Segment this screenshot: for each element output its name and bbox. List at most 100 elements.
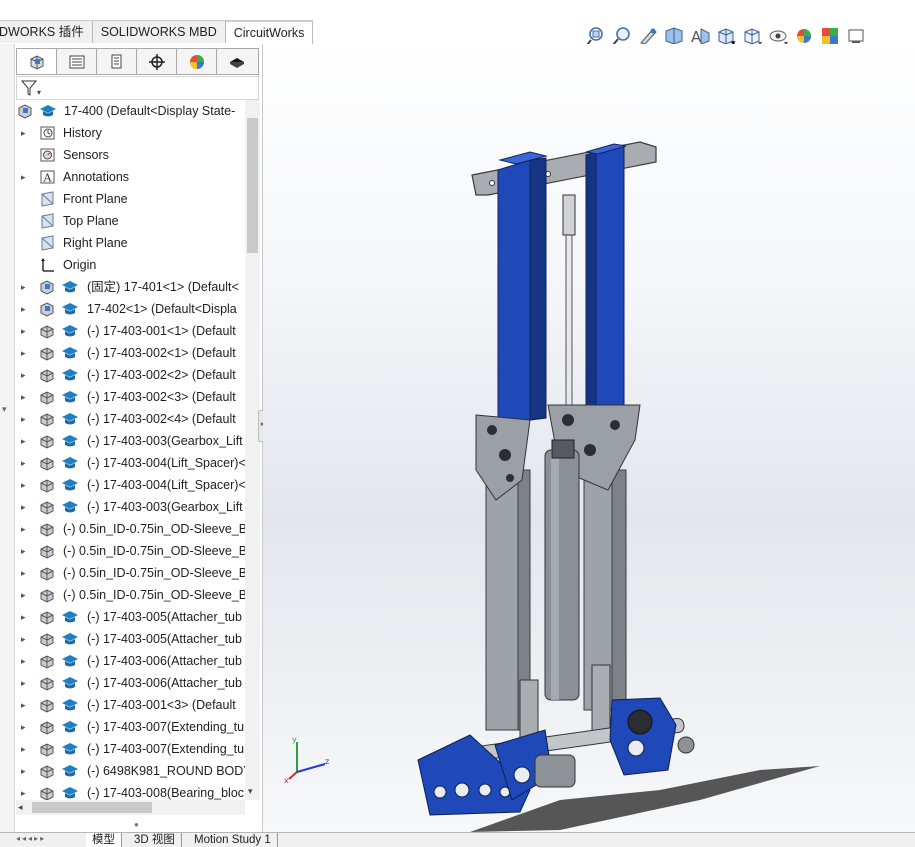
property-manager-icon (69, 55, 84, 68)
tree-item-label: Top Plane (63, 214, 119, 228)
tree-item[interactable]: ▸ (-) 17-403-002<2> (Default (16, 364, 245, 386)
expand-arrow-icon[interactable]: ▸ (21, 782, 29, 800)
expand-arrow-icon[interactable]: ▸ (21, 342, 29, 364)
tree-item-label: Front Plane (63, 192, 128, 206)
tab-cam-manager[interactable] (217, 49, 257, 74)
tab-dimxpert-manager[interactable] (137, 49, 177, 74)
bottom-plate-middle-hole (513, 766, 531, 784)
tree-item[interactable]: ▸ (-) 17-403-001<3> (Default (16, 694, 245, 716)
expand-arrow-icon[interactable]: ▸ (21, 584, 29, 606)
assembly-icon (40, 280, 54, 295)
tree-item-label: (-) 17-403-007(Extending_tu (87, 720, 245, 734)
tree-item[interactable]: ▸ (-) 17-403-002<3> (Default (16, 386, 245, 408)
tree-item[interactable]: ▸ (-) 17-403-008(Bearing_bloc (16, 782, 245, 800)
expand-arrow-icon[interactable]: ▸ (21, 386, 29, 408)
expand-arrow-icon[interactable]: ▸ (21, 166, 29, 188)
tree-item[interactable]: ▸ (-) 17-403-007(Extending_tu (16, 738, 245, 760)
tree-item[interactable]: ▸ (-) 17-403-003(Gearbox_Lift (16, 496, 245, 518)
plane-icon (41, 213, 54, 229)
graduation-cap-icon (62, 325, 78, 337)
filter-icon[interactable]: ▾ (20, 79, 44, 97)
expand-arrow-icon[interactable]: ▸ (21, 606, 29, 628)
expand-arrow-icon[interactable]: ▸ (21, 672, 29, 694)
tree-item[interactable]: ▸ (-) 17-403-002<1> (Default (16, 342, 245, 364)
plane-icon (41, 191, 54, 207)
tab-3d-views[interactable]: 3D 视图 (128, 833, 182, 847)
tree-item[interactable]: ▸ History (16, 122, 245, 144)
expand-arrow-icon[interactable]: ▸ (21, 716, 29, 738)
tree-item[interactable]: ▸ (-) 17-403-002<4> (Default (16, 408, 245, 430)
tab-property-manager[interactable] (57, 49, 97, 74)
tree-scroll-thumb[interactable] (247, 118, 258, 253)
expand-arrow-icon[interactable]: ▸ (21, 518, 29, 540)
tree-item-label: (-) 17-403-006(Attacher_tub (87, 676, 242, 690)
tab-feature-manager[interactable] (17, 49, 57, 74)
collapse-arrow-icon[interactable]: ▾ (2, 404, 7, 415)
tree-item[interactable]: ▸ A Annotations (16, 166, 245, 188)
graduation-cap-icon (62, 303, 78, 315)
tab-solidworks-mbd[interactable]: SOLIDWORKS MBD (92, 21, 226, 43)
expand-arrow-icon[interactable]: ▸ (21, 122, 29, 144)
tree-item[interactable]: ▸ (-) 17-403-003(Gearbox_Lift (16, 430, 245, 452)
tree-item[interactable]: ▸ (-) 17-403-007(Extending_tu (16, 716, 245, 738)
lower-tube-left-front (485, 469, 519, 731)
tree-root-assembly[interactable]: 17-400 (Default<Display State- ▴ (16, 100, 245, 122)
tree-h-scroll-thumb[interactable] (32, 802, 152, 813)
axle-end-cap (677, 736, 695, 754)
expand-arrow-icon[interactable]: ▸ (21, 320, 29, 342)
expand-arrow-icon[interactable]: ▸ (21, 562, 29, 584)
expand-arrow-icon[interactable]: ▸ (21, 694, 29, 716)
tree-item[interactable]: ▸ (-) 0.5in_ID-0.75in_OD-Sleeve_Bu (16, 518, 245, 540)
tab-configuration-manager[interactable] (97, 49, 137, 74)
cam-manager-icon (230, 57, 244, 68)
tree-item[interactable]: Front Plane (16, 188, 245, 210)
graphics-area[interactable]: y z x (263, 44, 915, 832)
tab-motion-study-1[interactable]: Motion Study 1 (188, 833, 278, 847)
expand-arrow-icon[interactable]: ▸ (21, 628, 29, 650)
expand-arrow-icon[interactable]: ▸ (21, 540, 29, 562)
tree-item[interactable]: ▸ (固定) 17-401<1> (Default< (16, 276, 245, 298)
tree-item[interactable]: ▸ (-) 0.5in_ID-0.75in_OD-Sleeve_Bu (16, 562, 245, 584)
tree-item[interactable]: ▸ (-) 17-403-006(Attacher_tub (16, 650, 245, 672)
tree-item[interactable]: Right Plane (16, 232, 245, 254)
expand-arrow-icon[interactable]: ▸ (21, 430, 29, 452)
tree-item[interactable]: Top Plane (16, 210, 245, 232)
tree-item[interactable]: ▸ (-) 17-403-006(Attacher_tub (16, 672, 245, 694)
scroll-left-icon[interactable]: ◂ (18, 802, 23, 813)
tab-scroll-arrows[interactable]: ◂◂◂▸▸ (16, 834, 82, 846)
expand-arrow-icon[interactable]: ▸ (21, 452, 29, 474)
expand-arrow-icon[interactable]: ▸ (21, 364, 29, 386)
lift-assembly-model[interactable] (263, 44, 915, 832)
tree-item[interactable]: ▸ (-) 6498K981_ROUND BODY (16, 760, 245, 782)
tab-model[interactable]: 模型 (86, 833, 122, 847)
expand-arrow-icon[interactable]: ▸ (21, 408, 29, 430)
tree-item[interactable]: ▸ (-) 17-403-004(Lift_Spacer)< (16, 452, 245, 474)
tab-circuitworks[interactable]: CircuitWorks (225, 21, 314, 44)
expand-arrow-icon[interactable]: ▸ (21, 276, 29, 298)
part-icon (40, 743, 54, 757)
tree-item[interactable]: ▸ (-) 0.5in_ID-0.75in_OD-Sleeve_Bu (16, 540, 245, 562)
feature-manager-icon (30, 54, 43, 70)
svg-text:▾: ▾ (37, 88, 41, 97)
graduation-cap-icon (40, 105, 56, 117)
tree-item-label: (-) 0.5in_ID-0.75in_OD-Sleeve_Bu (63, 588, 245, 602)
expand-arrow-icon[interactable]: ▸ (21, 496, 29, 518)
expand-arrow-icon[interactable]: ▸ (21, 738, 29, 760)
tree-item[interactable]: ▸ (-) 17-403-001<1> (Default (16, 320, 245, 342)
tab-solidworks-addins[interactable]: DWORKS 插件 (0, 21, 93, 43)
triad-x-label: x (284, 776, 289, 784)
tree-item[interactable]: Origin (16, 254, 245, 276)
panel-splitter-handle[interactable]: ● (134, 820, 139, 829)
tree-item[interactable]: Sensors (16, 144, 245, 166)
tree-item[interactable]: ▸ (-) 17-403-004(Lift_Spacer)< (16, 474, 245, 496)
tree-item[interactable]: ▸ 17-402<1> (Default<Displa (16, 298, 245, 320)
tree-item[interactable]: ▸ (-) 0.5in_ID-0.75in_OD-Sleeve_Bu (16, 584, 245, 606)
expand-arrow-icon[interactable]: ▸ (21, 298, 29, 320)
tab-display-manager[interactable] (177, 49, 217, 74)
tree-item[interactable]: ▸ (-) 17-403-005(Attacher_tub (16, 606, 245, 628)
tree-item[interactable]: ▸ (-) 17-403-005(Attacher_tub (16, 628, 245, 650)
expand-arrow-icon[interactable]: ▸ (21, 650, 29, 672)
expand-arrow-icon[interactable]: ▸ (21, 474, 29, 496)
scroll-down-icon[interactable]: ▾ (248, 786, 253, 797)
expand-arrow-icon[interactable]: ▸ (21, 760, 29, 782)
